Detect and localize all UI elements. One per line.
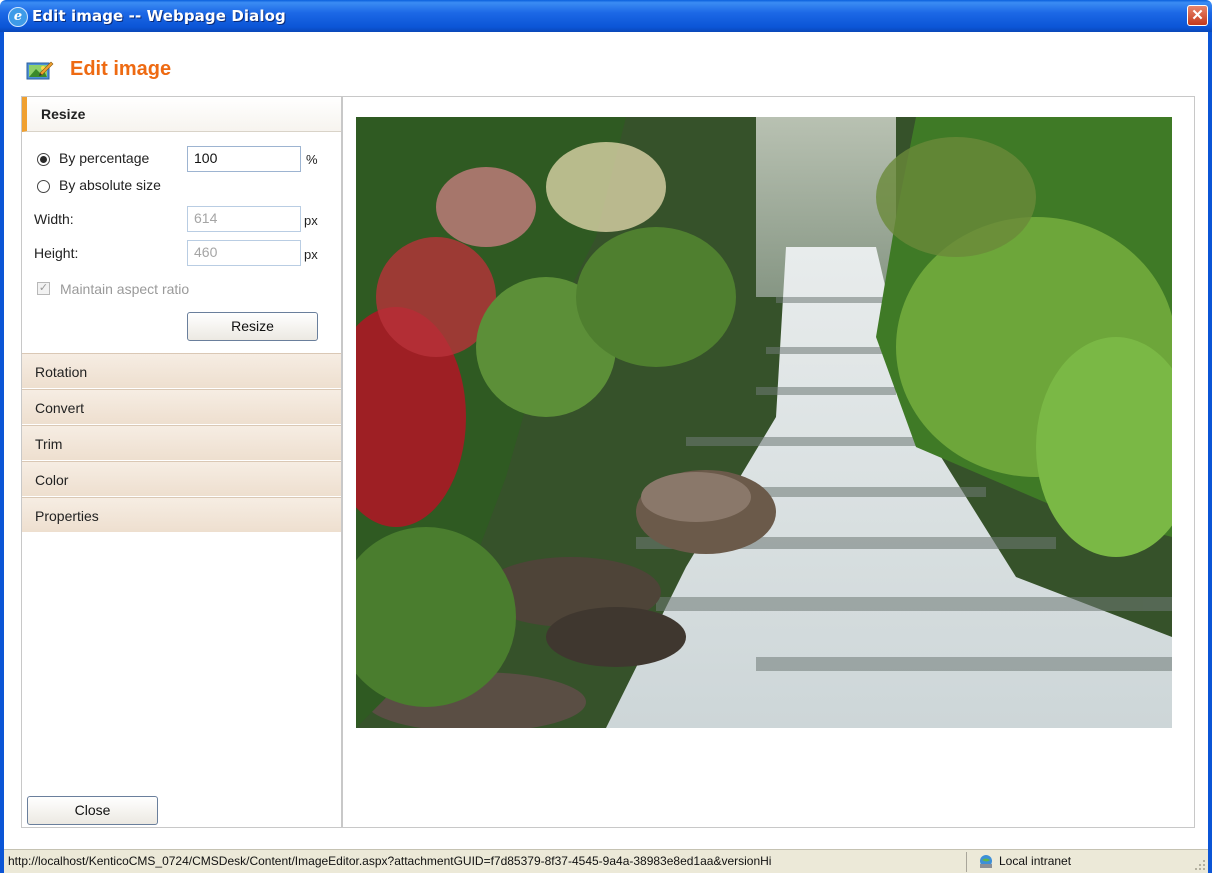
window-frame-right bbox=[1208, 32, 1212, 873]
by-percentage-radio[interactable] bbox=[37, 153, 50, 166]
section-header-convert[interactable]: Convert bbox=[22, 389, 341, 425]
section-header-trim[interactable]: Trim bbox=[22, 425, 341, 461]
maintain-aspect-ratio-label: Maintain aspect ratio bbox=[60, 281, 190, 297]
width-px-unit: px bbox=[304, 213, 318, 228]
section-header-resize-label: Resize bbox=[41, 106, 86, 122]
section-header-color[interactable]: Color bbox=[22, 461, 341, 497]
security-zone-label: Local intranet bbox=[999, 854, 1072, 868]
percentage-input[interactable]: 100 bbox=[187, 146, 301, 172]
resize-button[interactable]: Resize bbox=[187, 312, 318, 341]
section-label-convert: Convert bbox=[35, 400, 85, 416]
width-input[interactable]: 614 bbox=[187, 206, 301, 232]
status-url: http://localhost/KenticoCMS_0724/CMSDesk… bbox=[8, 854, 772, 868]
edit-image-icon bbox=[26, 61, 54, 80]
window-titlebar: e Edit image -- Webpage Dialog ✕ bbox=[0, 0, 1212, 32]
edit-options-panel: Resize By percentage 100 % By absolute s… bbox=[21, 96, 342, 828]
page-title: Edit image bbox=[70, 58, 172, 80]
section-label-trim: Trim bbox=[35, 436, 63, 452]
height-px-unit: px bbox=[304, 247, 318, 262]
section-label-properties: Properties bbox=[35, 508, 99, 524]
section-label-rotation: Rotation bbox=[35, 364, 88, 380]
window-title: Edit image -- Webpage Dialog bbox=[32, 7, 286, 25]
height-input[interactable]: 460 bbox=[187, 240, 301, 266]
local-intranet-icon bbox=[980, 855, 992, 868]
width-label: Width: bbox=[34, 211, 74, 227]
window-close-button[interactable]: ✕ bbox=[1187, 5, 1208, 26]
by-absolute-size-radio[interactable] bbox=[37, 180, 50, 193]
by-percentage-label: By percentage bbox=[59, 150, 150, 166]
status-bar: http://localhost/KenticoCMS_0724/CMSDesk… bbox=[4, 849, 1208, 873]
image-preview-panel bbox=[342, 96, 1195, 828]
maintain-aspect-ratio-checkbox[interactable]: ✓ bbox=[37, 282, 50, 295]
close-button[interactable]: Close bbox=[27, 796, 158, 825]
window-frame-left bbox=[0, 32, 4, 873]
height-label: Height: bbox=[34, 245, 79, 261]
percent-unit: % bbox=[306, 152, 318, 167]
by-absolute-size-label: By absolute size bbox=[59, 177, 161, 193]
image-preview bbox=[356, 117, 1172, 728]
status-separator bbox=[966, 852, 967, 872]
section-header-resize[interactable]: Resize bbox=[22, 97, 341, 132]
ie-icon: e bbox=[8, 7, 28, 27]
resize-grip-icon[interactable] bbox=[1194, 859, 1206, 871]
section-header-properties[interactable]: Properties bbox=[22, 497, 341, 533]
section-header-rotation[interactable]: Rotation bbox=[22, 353, 341, 389]
section-label-color: Color bbox=[35, 472, 69, 488]
